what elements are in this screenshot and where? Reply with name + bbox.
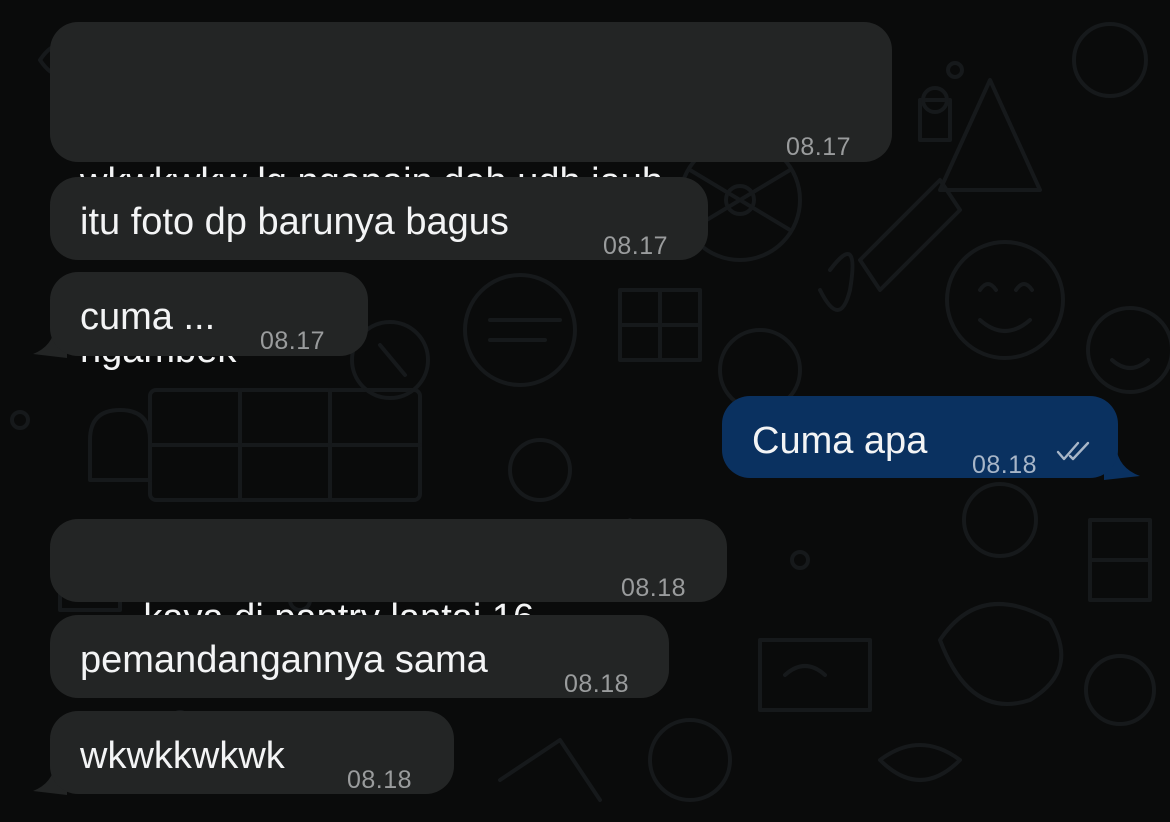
incoming-message-bubble[interactable]: kaya di pantry lantai 16 08.18 bbox=[50, 519, 727, 691]
incoming-message-bubble[interactable]: itu foto dp barunya bagus 08.17 bbox=[50, 177, 708, 260]
message-timestamp: 08.18 bbox=[347, 766, 413, 794]
message-timestamp: 08.17 bbox=[603, 232, 669, 260]
message-timestamp: 08.17 bbox=[786, 133, 852, 161]
message-timestamp: 08.18 bbox=[972, 451, 1038, 479]
message-text: itu foto dp barunya bagus bbox=[80, 201, 509, 243]
double-check-read-icon bbox=[1056, 441, 1090, 461]
incoming-message-bubble[interactable]: cuma ... 08.17 bbox=[50, 272, 368, 356]
message-text: pemandangannya sama bbox=[80, 639, 488, 681]
message-timestamp: 08.18 bbox=[621, 574, 687, 602]
incoming-message-bubble[interactable]: pemandangannya sama 08.18 bbox=[50, 615, 669, 698]
chat-view: wkwkwkw lg ngapain dah udh jauh ngambek … bbox=[0, 0, 1170, 822]
message-text: wkwkwkw lg ngapain dah udh jauh ngambek bbox=[80, 42, 663, 490]
outgoing-message-bubble[interactable]: Cuma apa 08.18 bbox=[722, 396, 1118, 479]
message-text: cuma ... bbox=[80, 296, 216, 338]
message-timestamp: 08.18 bbox=[564, 670, 630, 698]
message-text: Cuma apa bbox=[752, 420, 928, 462]
message-timestamp: 08.17 bbox=[260, 327, 326, 355]
message-text: wkwkkwkwk bbox=[80, 735, 285, 777]
incoming-message-bubble[interactable]: wkwkkwkwk 08.18 bbox=[50, 711, 454, 794]
incoming-message-bubble[interactable]: wkwkwkw lg ngapain dah udh jauh ngambek … bbox=[50, 22, 892, 371]
